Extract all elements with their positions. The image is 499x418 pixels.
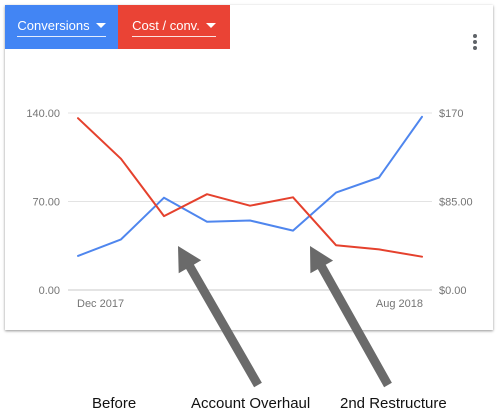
x-tick-label: Aug 2018 bbox=[376, 298, 423, 310]
y-right-tick-label: $170 bbox=[439, 108, 463, 120]
annotation-arrow-2nd-restructure bbox=[310, 246, 392, 388]
y-left-tick-label: 70.00 bbox=[32, 197, 60, 209]
annotation-arrow-account-overhaul bbox=[178, 246, 262, 388]
caption-2nd-restructure: 2nd Restructure bbox=[340, 395, 447, 412]
caption-before: Before bbox=[92, 395, 137, 412]
y-right-tick-label: $85.00 bbox=[439, 197, 473, 209]
y-left-tick-label: 140.00 bbox=[26, 108, 60, 120]
y-left-tick-label: 0.00 bbox=[39, 285, 60, 297]
series-line-cost bbox=[77, 117, 423, 258]
line-chart: 0.00 $0.00 70.00 $85.00 140.00 $170 Dec 2017 Au… bbox=[26, 108, 473, 388]
caption-account-overhaul: Account Overhaul bbox=[191, 395, 311, 412]
series-line-conversions bbox=[77, 115, 423, 257]
y-right-tick-label: $0.00 bbox=[439, 285, 467, 297]
x-tick-label: Dec 2017 bbox=[77, 298, 124, 310]
